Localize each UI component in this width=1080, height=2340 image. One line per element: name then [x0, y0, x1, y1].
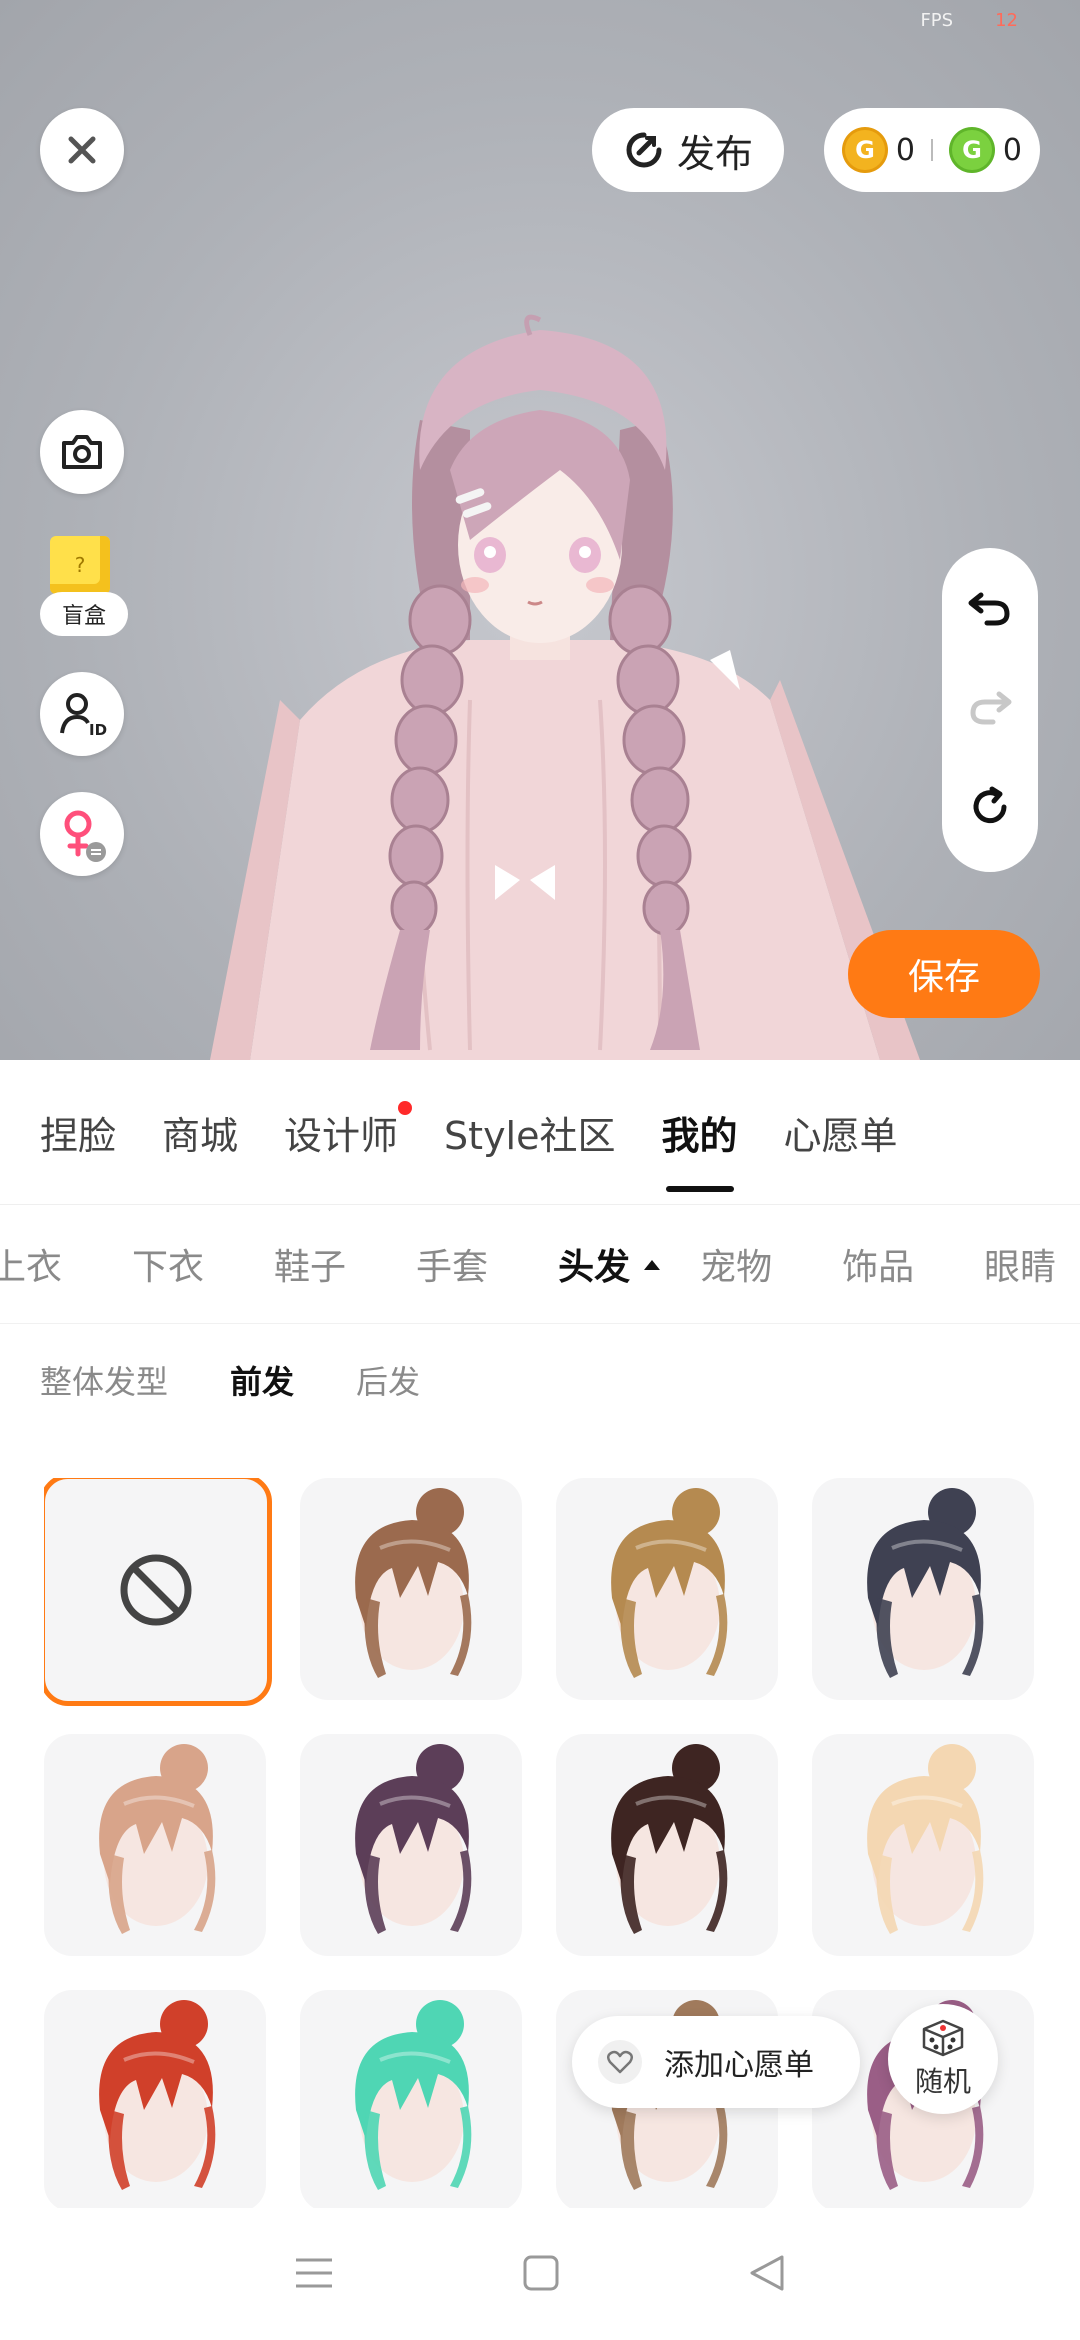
blind-box-icon: ? [50, 536, 110, 594]
hairstyle-thumbnail-icon [611, 1744, 728, 1934]
green-coin-value: 0 [1002, 132, 1022, 168]
redo-icon [970, 691, 1012, 725]
notification-dot [398, 1100, 413, 1115]
category-shoes[interactable]: 鞋子 [274, 1238, 346, 1290]
tab-designer[interactable]: 设计师 [284, 1100, 413, 1160]
undo-button[interactable] [967, 587, 1013, 631]
recents-nav-button[interactable] [294, 2256, 334, 2294]
subtab-front-hair[interactable]: 前发 [230, 1357, 294, 1403]
blind-box-button[interactable]: ? 盲盒 [40, 530, 130, 640]
camera-icon [62, 435, 102, 469]
category-gloves[interactable]: 手套 [416, 1238, 488, 1290]
gold-coin-value: 0 [895, 132, 915, 168]
random-label: 随机 [914, 2065, 971, 2098]
hair-item[interactable] [812, 1734, 1034, 1956]
hair-item-grid [44, 1478, 1044, 2208]
hair-item[interactable] [556, 1478, 778, 1700]
hair-item-none[interactable] [44, 1478, 272, 1706]
wishlist-label: 添加心愿单 [664, 2048, 814, 2083]
hairstyle-thumbnail-icon [355, 1744, 472, 1934]
hairstyle-thumbnail-icon [867, 1744, 984, 1934]
home-square-icon [523, 2255, 559, 2291]
category-pets[interactable]: 宠物 [700, 1238, 772, 1290]
close-icon [68, 136, 96, 164]
main-tab-bar: 捏脸 商城 设计师 Style社区 我的 心愿单 [0, 1060, 1080, 1205]
svg-text:ID: ID [89, 721, 107, 739]
tab-mine[interactable]: 我的 [662, 1105, 738, 1192]
gender-switch-button[interactable] [40, 792, 124, 876]
back-nav-button[interactable] [748, 2254, 786, 2296]
sub-tab-bar: 整体发型 前发 后发 [40, 1340, 420, 1420]
reset-icon [973, 786, 1007, 823]
female-icon [64, 810, 106, 862]
tab-face[interactable]: 捏脸 [40, 1105, 116, 1160]
hair-item[interactable] [300, 1990, 522, 2208]
green-coin-icon: G [949, 127, 995, 173]
none-icon [120, 1554, 192, 1626]
menu-icon [296, 2258, 332, 2288]
subtab-back-hair[interactable]: 后发 [356, 1357, 420, 1403]
hairstyle-thumbnail-icon [867, 1488, 984, 1678]
add-to-wishlist-button[interactable]: 添加心愿单 [572, 2016, 860, 2108]
hairstyle-thumbnail-icon [99, 1744, 216, 1934]
hair-item[interactable] [556, 1734, 778, 1956]
subtab-full-hairstyle[interactable]: 整体发型 [40, 1357, 168, 1403]
tab-shop[interactable]: 商城 [162, 1105, 238, 1160]
avatar-viewport[interactable]: FPS 12 发布 G 0 G 0 ? 盲盒 ID 保存 [0, 0, 1080, 1060]
publish-label: 发布 [676, 131, 753, 176]
heart-icon [598, 2040, 642, 2084]
category-tops[interactable]: 上衣 [0, 1238, 62, 1290]
avatar-id-button[interactable]: ID [40, 672, 124, 756]
reset-button[interactable] [968, 785, 1012, 833]
tab-style-community[interactable]: Style社区 [444, 1105, 615, 1160]
publish-button[interactable]: 发布 [592, 108, 784, 192]
category-accessories[interactable]: 饰品 [842, 1238, 914, 1290]
currency-balance[interactable]: G 0 G 0 [824, 108, 1040, 192]
blind-box-label: 盲盒 [40, 592, 128, 636]
category-bottoms[interactable]: 下衣 [132, 1238, 204, 1290]
category-eyes[interactable]: 眼睛 [984, 1238, 1056, 1290]
user-id-icon: ID [60, 693, 107, 739]
system-navigation-bar [0, 2210, 1080, 2340]
publish-icon [626, 132, 662, 168]
hairstyle-thumbnail-icon [611, 1488, 728, 1678]
divider [931, 139, 933, 161]
history-controls [942, 548, 1038, 872]
dice-icon [922, 2019, 964, 2057]
camera-button[interactable] [40, 410, 124, 494]
back-triangle-icon [750, 2255, 784, 2291]
gold-coin-icon: G [842, 127, 888, 173]
undo-icon [968, 592, 1010, 626]
active-tab-indicator [665, 1185, 734, 1192]
hair-item[interactable] [300, 1478, 522, 1700]
hair-item[interactable] [812, 1478, 1034, 1700]
home-nav-button[interactable] [522, 2254, 560, 2296]
category-hair[interactable]: 头发 [558, 1238, 661, 1290]
hairstyle-thumbnail-icon [355, 2000, 472, 2190]
random-button[interactable]: 随机 [888, 2004, 998, 2114]
redo-button[interactable] [967, 686, 1013, 730]
caret-up-icon [644, 1260, 661, 1270]
close-button[interactable] [40, 108, 124, 192]
hairstyle-thumbnail-icon [99, 2000, 216, 2190]
hair-item[interactable] [44, 1990, 266, 2208]
save-button[interactable]: 保存 [848, 930, 1040, 1018]
category-tab-bar: 上衣 下衣 鞋子 手套 头发 宠物 饰品 眼睛 [0, 1205, 1080, 1324]
tab-wishlist[interactable]: 心愿单 [784, 1105, 898, 1160]
hair-item[interactable] [300, 1734, 522, 1956]
hair-item[interactable] [44, 1734, 266, 1956]
hairstyle-thumbnail-icon [355, 1488, 472, 1678]
